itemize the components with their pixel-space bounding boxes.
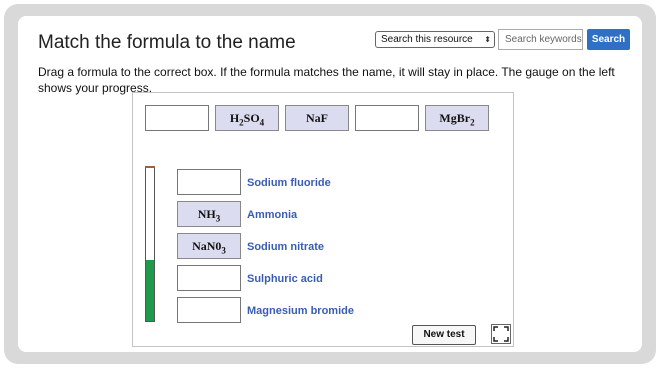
progress-gauge-fill (146, 259, 154, 321)
search-button[interactable]: Search (587, 29, 630, 50)
target-label-sodium-fluoride: Sodium fluoride (247, 177, 331, 189)
expand-icon[interactable] (491, 324, 511, 344)
search-scope-label: Search this resource (381, 34, 473, 45)
placed-tile-nan03: NaN03 (177, 233, 241, 259)
search-scope-select[interactable]: Search this resource ⬍ (375, 31, 495, 48)
content-card: Match the formula to the name Search thi… (18, 16, 642, 352)
drop-box-magnesium-bromide[interactable] (177, 297, 241, 323)
select-arrows-icon: ⬍ (484, 35, 491, 44)
activity-area: H2SO4 NaF MgBr2 Sodium fluoride NH3 Ammo… (132, 92, 514, 347)
placed-tile-nh3: NH3 (177, 201, 241, 227)
formula-tile-h2so4[interactable]: H2SO4 (215, 105, 279, 131)
target-label-sodium-nitrate: Sodium nitrate (247, 241, 325, 253)
target-label-magnesium-bromide: Magnesium bromide (247, 305, 354, 317)
search-input[interactable]: Search keywords. (498, 29, 583, 50)
outer-frame: Match the formula to the name Search thi… (4, 4, 656, 364)
palette-empty-slot (355, 105, 419, 131)
new-test-button[interactable]: New test (412, 325, 476, 345)
target-label-ammonia: Ammonia (247, 209, 298, 221)
drop-box-sulphuric-acid[interactable] (177, 265, 241, 291)
page-title: Match the formula to the name (38, 32, 296, 53)
gauge-cap (145, 166, 155, 168)
drop-box-sodium-fluoride[interactable] (177, 169, 241, 195)
formula-tile-naf[interactable]: NaF (285, 105, 349, 131)
formula-tile-mgbr2[interactable]: MgBr2 (425, 105, 489, 131)
progress-gauge (145, 167, 155, 322)
palette-empty-slot (145, 105, 209, 131)
target-label-sulphuric-acid: Sulphuric acid (247, 273, 323, 285)
